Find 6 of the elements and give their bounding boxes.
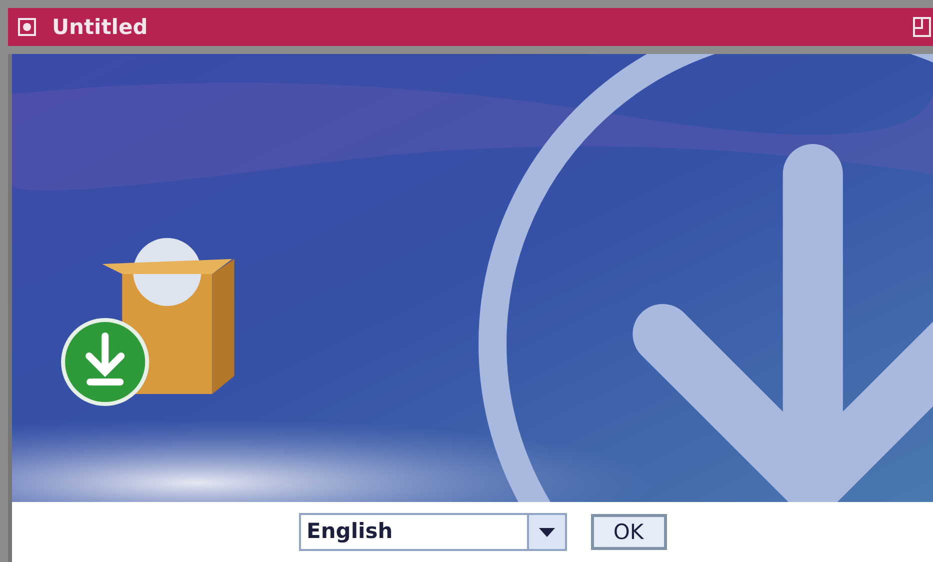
- resize-icon[interactable]: [913, 17, 931, 37]
- dropdown-arrow-icon: [538, 528, 554, 536]
- window-menu-icon[interactable]: [18, 18, 36, 36]
- window-title: Untitled: [52, 15, 149, 39]
- ok-button[interactable]: OK: [590, 514, 666, 550]
- language-select[interactable]: English: [298, 513, 566, 551]
